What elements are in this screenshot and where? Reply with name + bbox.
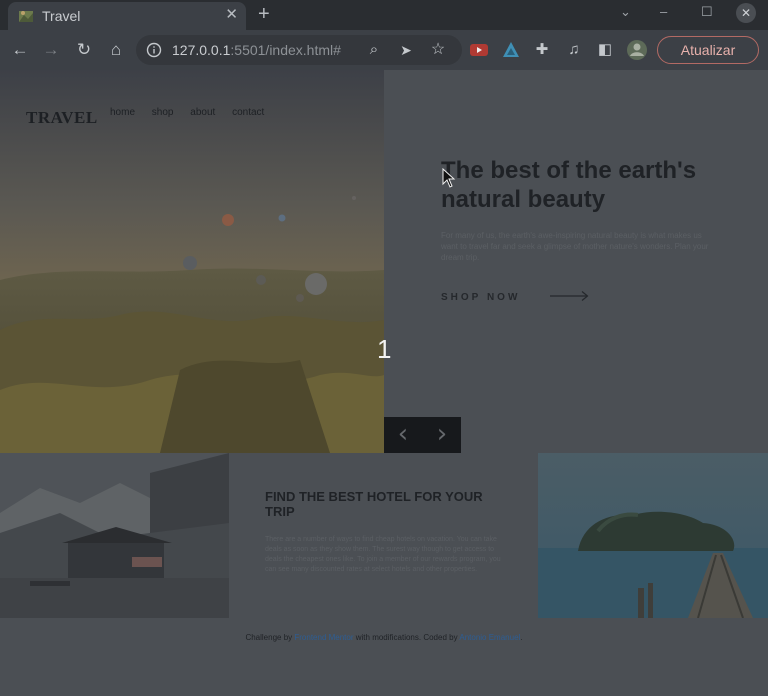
island-image — [538, 453, 768, 618]
hotel-section-text: There are a number of ways to find cheap… — [265, 536, 501, 573]
travel-favicon-icon — [19, 11, 33, 22]
youtube-ext-icon[interactable] — [468, 39, 490, 61]
nav-about-link[interactable]: about — [190, 107, 215, 118]
back-icon[interactable]: ← — [9, 39, 31, 61]
maximize-icon[interactable]: ☐ — [701, 4, 713, 20]
ext-icon[interactable] — [500, 39, 522, 61]
slide-number: 1 — [377, 334, 392, 364]
nav-contact-link[interactable]: contact — [232, 107, 264, 118]
author-link[interactable]: Antonio Emanuel — [459, 633, 520, 642]
update-button[interactable]: Atualizar — [657, 36, 759, 64]
more-icon[interactable]: ⋮ — [762, 42, 768, 59]
browser-toolbar: ← → ↻ ⌂ 127.0.0.1:5501/index.html# ⌕ ➤ ☆… — [0, 30, 768, 70]
sidepanel-icon[interactable]: ◧ — [594, 39, 616, 61]
mouse-cursor-icon — [442, 168, 456, 188]
frontend-mentor-link[interactable]: Frontend Mentor — [294, 633, 353, 642]
url-text: 127.0.0.1:5501/index.html# — [172, 42, 341, 58]
cabin-image — [0, 453, 229, 618]
tab-search-chevron-icon[interactable]: ⌄ — [620, 4, 631, 20]
hero-description: For many of us, the earth's awe-inspirin… — [441, 231, 709, 262]
next-slide-button[interactable]: › — [423, 417, 461, 453]
zoom-icon[interactable]: ⌕ — [363, 39, 385, 61]
new-tab-button[interactable]: + — [258, 3, 270, 25]
site-logo[interactable]: TRAVEL — [26, 108, 98, 128]
tab-title: Travel — [42, 8, 81, 24]
send-icon[interactable]: ➤ — [395, 39, 417, 61]
footer: Challenge by Frontend Mentor with modifi… — [245, 633, 523, 642]
tab-strip: Travel ✕ + ⌄ – ☐ ✕ — [0, 0, 768, 30]
minimize-icon[interactable]: – — [660, 4, 667, 19]
star-icon[interactable]: ☆ — [427, 39, 449, 61]
arrow-right-icon[interactable] — [549, 290, 589, 302]
slider-controls: ‹ › — [384, 417, 461, 453]
site-nav: home shop about contact — [110, 107, 278, 118]
prev-slide-button[interactable]: ‹ — [384, 417, 422, 453]
nav-shop-link[interactable]: shop — [152, 107, 174, 118]
tab-close-icon[interactable]: ✕ — [225, 7, 238, 23]
nav-home-link[interactable]: home — [110, 107, 135, 118]
info-icon[interactable] — [146, 42, 162, 58]
browser-tab[interactable]: Travel ✕ — [8, 2, 246, 30]
window-close-icon[interactable]: ✕ — [736, 3, 756, 23]
reload-icon[interactable]: ↻ — [73, 39, 95, 61]
home-icon[interactable]: ⌂ — [105, 39, 127, 61]
shop-now-link[interactable]: SHOP NOW — [441, 292, 520, 303]
forward-icon[interactable]: → — [40, 39, 62, 61]
profile-icon[interactable] — [626, 39, 648, 61]
puzzle-icon[interactable]: ✚ — [531, 39, 553, 61]
hotel-section-title: FIND THE BEST HOTEL FOR YOUR TRIP — [265, 489, 483, 519]
media-icon[interactable]: ♫ — [563, 39, 585, 61]
page-viewport: TRAVEL home shop about contact 1 ‹ › The… — [0, 70, 768, 696]
hero-title: The best of the earth's natural beauty — [441, 157, 697, 213]
